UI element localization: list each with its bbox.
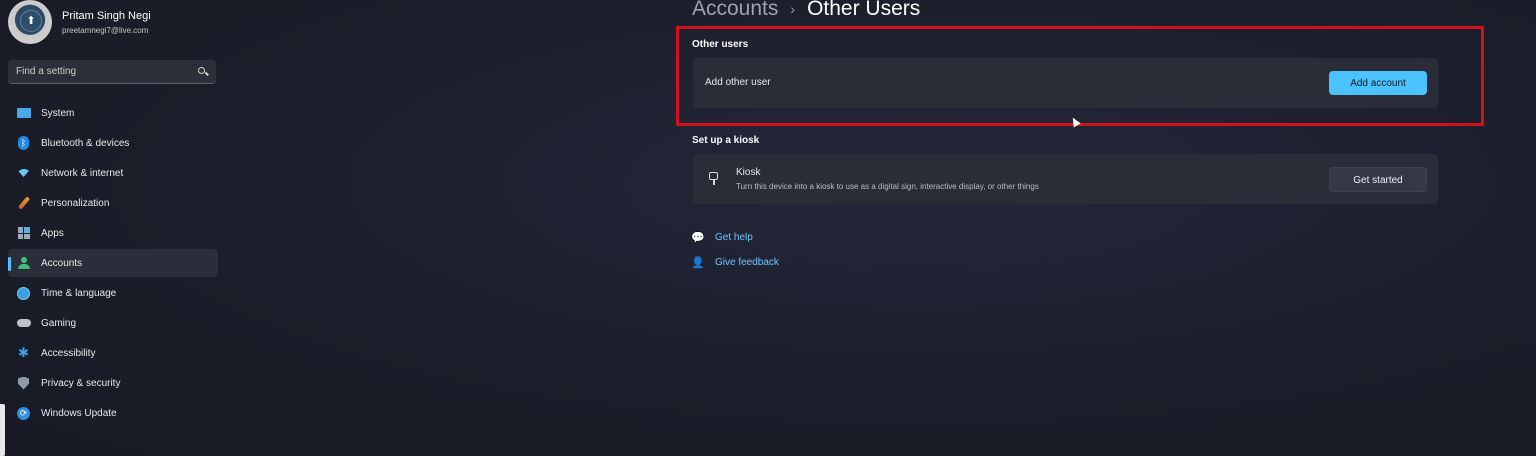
globe-clock-icon <box>16 286 31 301</box>
feedback-icon: 👤 <box>691 256 705 269</box>
get-help-label[interactable]: Get help <box>715 232 753 243</box>
get-help-link[interactable]: 💬 Get help <box>691 230 753 244</box>
profile-name: Pritam Singh Negi <box>62 9 151 22</box>
sidebar-item-label: Accounts <box>41 257 83 269</box>
sidebar-item-accounts[interactable]: Accounts <box>8 249 218 277</box>
sidebar-item-gaming[interactable]: Gaming <box>8 309 218 337</box>
user-profile[interactable]: ⬆ Pritam Singh Negi preetamnegi7@live.co… <box>8 0 151 44</box>
give-feedback-link[interactable]: 👤 Give feedback <box>691 255 779 269</box>
search-icon[interactable] <box>198 66 208 77</box>
sidebar-item-personalization[interactable]: Personalization <box>8 189 218 217</box>
sidebar-item-label: Gaming <box>41 317 77 329</box>
sidebar-item-windows-update[interactable]: ⟳ Windows Update <box>8 399 218 427</box>
sidebar-item-label: Personalization <box>41 197 110 209</box>
kiosk-title: Kiosk <box>736 167 761 178</box>
sidebar-item-time-language[interactable]: Time & language <box>8 279 218 307</box>
brush-icon <box>16 196 31 211</box>
add-account-button[interactable]: Add account <box>1329 71 1427 95</box>
kiosk-icon <box>708 172 720 186</box>
sidebar-item-label: System <box>41 107 75 119</box>
gamepad-icon <box>16 316 31 331</box>
breadcrumb-parent[interactable]: Accounts <box>692 0 778 21</box>
wifi-icon <box>16 166 31 181</box>
sidebar-nav: System ᛒ Bluetooth & devices Network & i… <box>8 99 218 429</box>
avatar: ⬆ <box>8 0 52 44</box>
profile-email: preetamnegi7@live.com <box>62 25 149 35</box>
sidebar-item-system[interactable]: System <box>8 99 218 127</box>
search-placeholder: Find a setting <box>16 66 77 77</box>
add-other-user-card: Add other user Add account <box>693 58 1438 108</box>
settings-window: ⬆ Pritam Singh Negi preetamnegi7@live.co… <box>0 0 1536 456</box>
sidebar-item-privacy[interactable]: Privacy & security <box>8 369 218 397</box>
get-started-button[interactable]: Get started <box>1329 167 1427 192</box>
apps-icon <box>16 226 31 241</box>
shield-icon <box>16 376 31 391</box>
help-icon: 💬 <box>691 231 705 244</box>
sidebar-item-accessibility[interactable]: ✱ Accessibility <box>8 339 218 367</box>
add-other-user-label: Add other user <box>705 77 771 88</box>
give-feedback-label[interactable]: Give feedback <box>715 257 779 268</box>
chevron-right-icon: › <box>790 1 796 17</box>
sidebar-item-apps[interactable]: Apps <box>8 219 218 247</box>
sidebar-item-label: Bluetooth & devices <box>41 137 130 149</box>
update-icon: ⟳ <box>16 406 31 421</box>
profile-text: Pritam Singh Negi preetamnegi7@live.com <box>62 10 151 35</box>
sidebar-item-label: Apps <box>41 227 64 239</box>
page-title: Other Users <box>807 0 921 20</box>
accessibility-icon: ✱ <box>18 345 29 360</box>
window-edge-handle <box>0 404 5 456</box>
account-icon <box>16 256 31 271</box>
sidebar-item-label: Accessibility <box>41 347 96 359</box>
search-input[interactable]: Find a setting <box>8 60 216 84</box>
breadcrumb: Accounts › Other Users <box>692 0 920 21</box>
sidebar-item-label: Time & language <box>41 287 117 299</box>
avatar-image: ⬆ <box>20 10 42 32</box>
sidebar-item-network[interactable]: Network & internet <box>8 159 218 187</box>
system-icon <box>16 106 31 121</box>
kiosk-heading: Set up a kiosk <box>692 135 760 146</box>
sidebar-item-label: Privacy & security <box>41 377 121 389</box>
other-users-heading: Other users <box>692 39 749 50</box>
bluetooth-icon: ᛒ <box>16 136 31 151</box>
sidebar-item-label: Windows Update <box>41 407 117 419</box>
sidebar-item-label: Network & internet <box>41 167 124 179</box>
kiosk-description: Turn this device into a kiosk to use as … <box>736 182 1039 191</box>
sidebar-item-bluetooth[interactable]: ᛒ Bluetooth & devices <box>8 129 218 157</box>
kiosk-card: Kiosk Turn this device into a kiosk to u… <box>693 154 1438 204</box>
